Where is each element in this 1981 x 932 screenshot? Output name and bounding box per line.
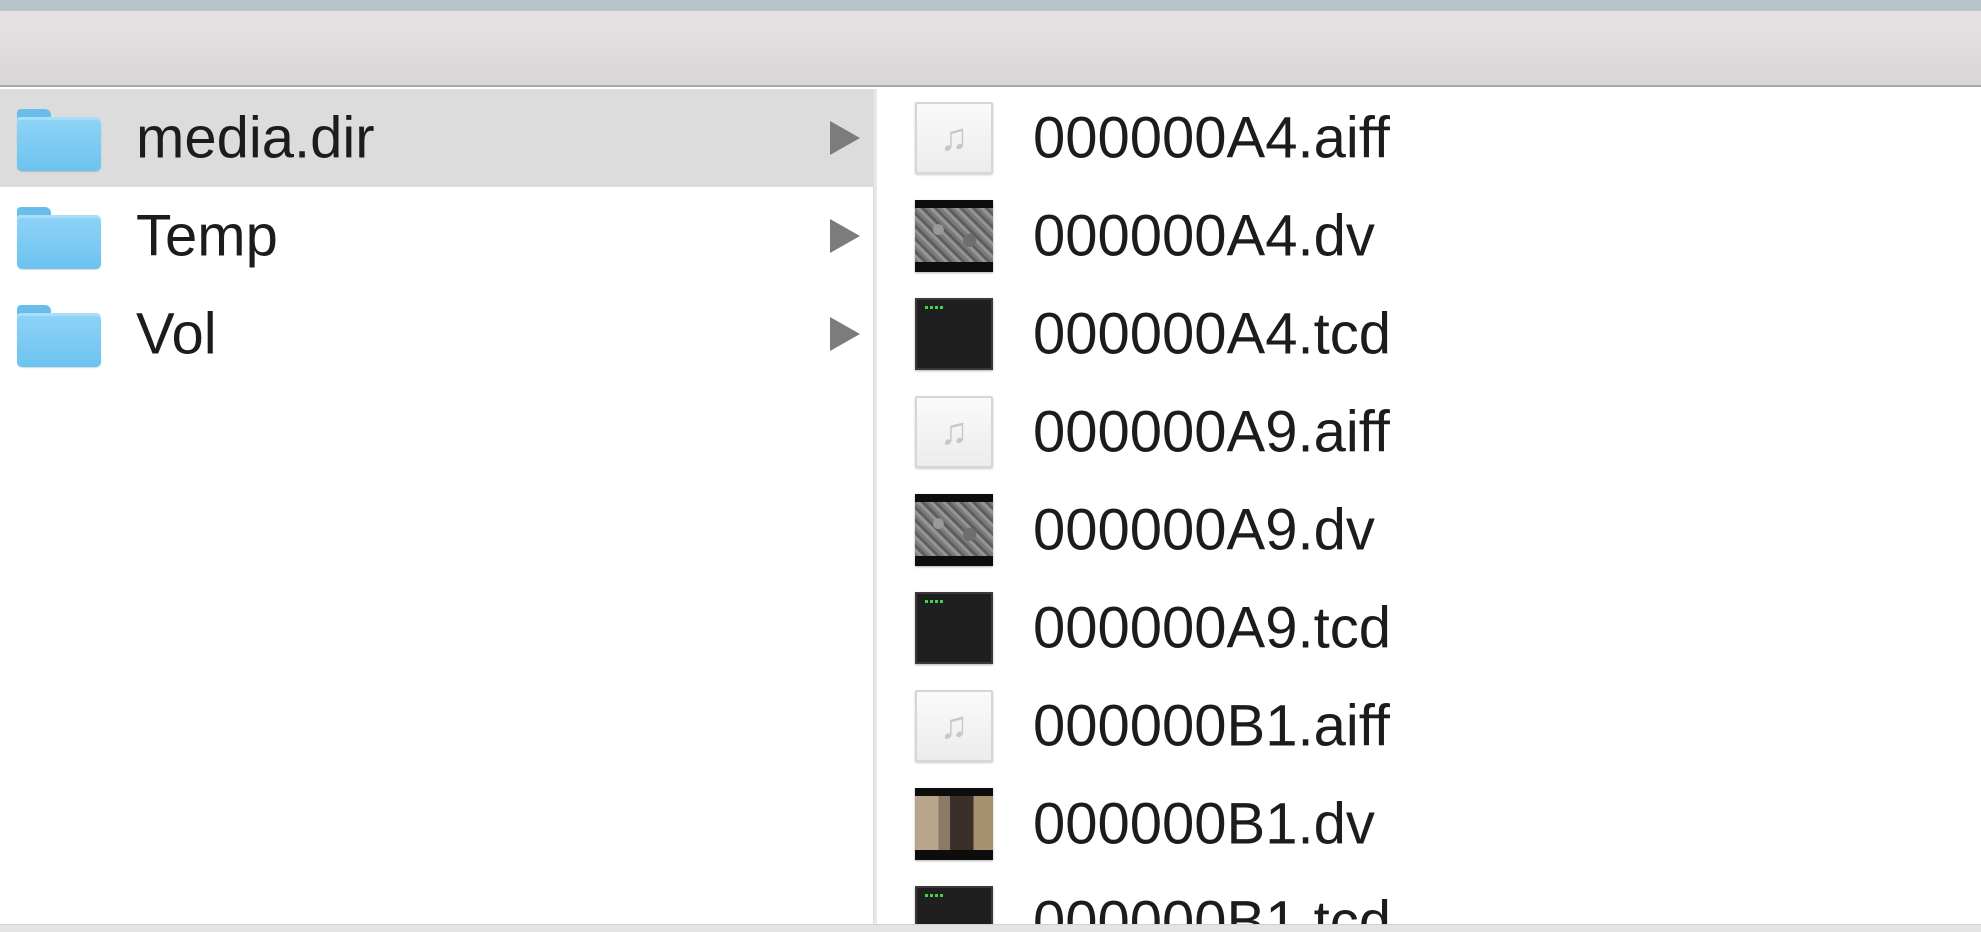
file-name: 000000A9.dv xyxy=(1033,497,1375,563)
folder-label: media.dir xyxy=(136,105,375,171)
toolbar xyxy=(0,11,1981,87)
file-name: 000000A4.tcd xyxy=(1033,301,1391,367)
file-name: 000000B1.dv xyxy=(1033,791,1375,857)
terminal-file-icon xyxy=(915,592,993,664)
audio-file-icon: ♫ xyxy=(915,102,993,174)
disclosure-arrow-icon[interactable] xyxy=(830,121,860,155)
file-row[interactable]: 000000A9.dv xyxy=(877,481,1981,579)
disclosure-arrow-icon[interactable] xyxy=(830,317,860,351)
folder-icon xyxy=(17,305,101,367)
video-file-icon xyxy=(915,200,993,272)
folder-row-vol[interactable]: Vol xyxy=(0,285,873,383)
file-row[interactable]: 000000A4.dv xyxy=(877,187,1981,285)
terminal-file-icon xyxy=(915,886,993,924)
bottom-bar xyxy=(0,924,1981,932)
file-name: 000000A4.dv xyxy=(1033,203,1375,269)
audio-file-icon: ♫ xyxy=(915,396,993,468)
file-name: 000000A9.aiff xyxy=(1033,399,1390,465)
video-file-icon xyxy=(915,788,993,860)
file-row[interactable]: 000000B1.tcd xyxy=(877,873,1981,924)
folder-column: media.dir Temp Vol xyxy=(0,89,873,924)
file-row[interactable]: ♫ 000000B1.aiff xyxy=(877,677,1981,775)
file-row[interactable]: ♫ 000000A9.aiff xyxy=(877,383,1981,481)
file-column: ♫ 000000A4.aiff 000000A4.dv 000000A4.tcd… xyxy=(877,89,1981,924)
title-bar xyxy=(0,0,1981,11)
audio-file-icon: ♫ xyxy=(915,690,993,762)
folder-row-temp[interactable]: Temp xyxy=(0,187,873,285)
file-row[interactable]: 000000B1.dv xyxy=(877,775,1981,873)
folder-label: Temp xyxy=(136,203,278,269)
folder-row-media-dir[interactable]: media.dir xyxy=(0,89,873,187)
finder-window: media.dir Temp Vol ♫ 000000A4.aiff 00000… xyxy=(0,0,1981,932)
file-name: 000000B1.aiff xyxy=(1033,693,1390,759)
file-row[interactable]: 000000A9.tcd xyxy=(877,579,1981,677)
file-name: 000000B1.tcd xyxy=(1033,889,1391,925)
file-name: 000000A4.aiff xyxy=(1033,105,1390,171)
disclosure-arrow-icon[interactable] xyxy=(830,219,860,253)
file-row[interactable]: 000000A4.tcd xyxy=(877,285,1981,383)
file-list: ♫ 000000A4.aiff 000000A4.dv 000000A4.tcd… xyxy=(877,89,1981,924)
folder-icon xyxy=(17,109,101,171)
terminal-file-icon xyxy=(915,298,993,370)
folder-icon xyxy=(17,207,101,269)
video-file-icon xyxy=(915,494,993,566)
folder-label: Vol xyxy=(136,301,217,367)
file-name: 000000A9.tcd xyxy=(1033,595,1391,661)
file-row[interactable]: ♫ 000000A4.aiff xyxy=(877,89,1981,187)
